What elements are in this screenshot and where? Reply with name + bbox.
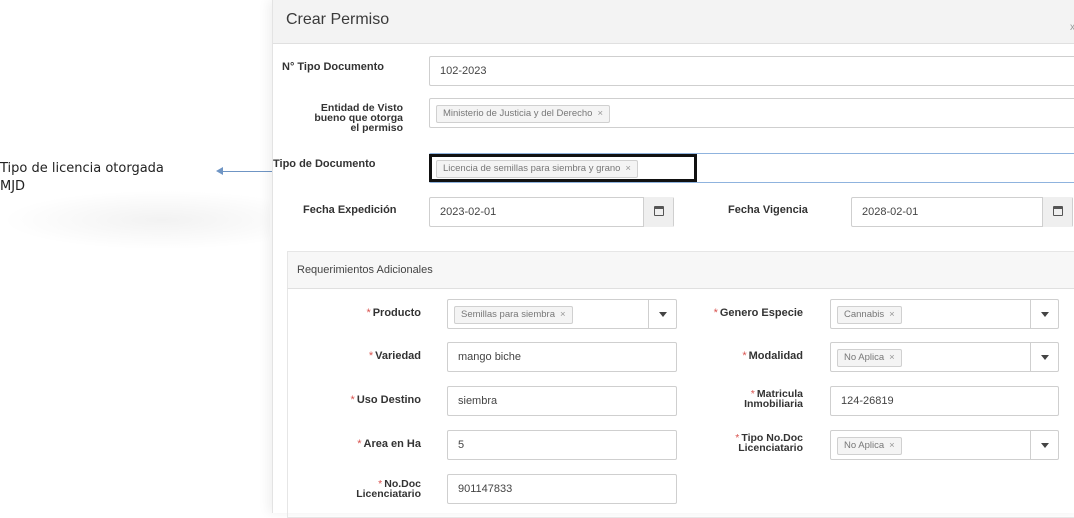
calendar-icon bbox=[1053, 206, 1063, 216]
modalidad-tag: No Aplica × bbox=[837, 349, 902, 367]
fecha-vigencia-calendar-button[interactable] bbox=[1042, 197, 1072, 227]
fecha-vigencia-label: Fecha Vigencia bbox=[728, 204, 808, 216]
genero-especie-select[interactable]: Cannabis × bbox=[830, 299, 1059, 329]
tipo-documento-num-label: N° Tipo Documento bbox=[282, 61, 384, 73]
genero-especie-label-text: Genero Especie bbox=[719, 307, 803, 319]
remove-tag-icon[interactable]: × bbox=[889, 440, 895, 451]
required-mark: * bbox=[357, 438, 362, 450]
chevron-down-icon[interactable] bbox=[1041, 355, 1049, 360]
tipo-documento-num-input[interactable]: 102-2023 bbox=[429, 56, 1074, 86]
matricula-input[interactable]: 124-26819 bbox=[830, 386, 1059, 416]
entidad-tag: Ministerio de Justicia y del Derecho × bbox=[436, 105, 610, 123]
tipo-documento-label: Tipo de Documento bbox=[273, 158, 376, 170]
producto-label-text: Producto bbox=[372, 307, 421, 319]
tipo-no-doc-tag-label: No Aplica bbox=[844, 440, 885, 451]
entidad-label: Entidad de Visto bueno que otorga el per… bbox=[293, 103, 403, 134]
fecha-expedicion-label: Fecha Expedición bbox=[303, 204, 397, 216]
close-icon[interactable]: x bbox=[1070, 22, 1074, 33]
no-doc-label-line-2: Licenciatario bbox=[356, 488, 421, 500]
remove-tag-icon[interactable]: × bbox=[597, 108, 603, 119]
fecha-vigencia-input[interactable]: 2028-02-01 bbox=[851, 197, 1073, 227]
fecha-expedicion-calendar-button[interactable] bbox=[643, 197, 673, 227]
variedad-label: * Variedad bbox=[313, 350, 421, 362]
entidad-tag-label: Ministerio de Justicia y del Derecho bbox=[443, 108, 593, 119]
required-mark: * bbox=[366, 307, 371, 319]
tipo-no-doc-label: * Tipo No.Doc Licenciatario bbox=[688, 433, 803, 454]
entidad-select[interactable]: Ministerio de Justicia y del Derecho × bbox=[429, 98, 1074, 128]
tipo-no-doc-select[interactable]: No Aplica × bbox=[830, 430, 1059, 460]
chevron-down-icon[interactable] bbox=[1041, 443, 1049, 448]
producto-label: * Producto bbox=[313, 307, 421, 319]
genero-especie-tag: Cannabis × bbox=[837, 306, 902, 324]
genero-especie-tag-label: Cannabis bbox=[844, 309, 885, 320]
uso-destino-label-text: Uso Destino bbox=[356, 394, 421, 406]
variedad-input[interactable]: mango biche bbox=[447, 342, 677, 372]
fecha-expedicion-input[interactable]: 2023-02-01 bbox=[429, 197, 674, 227]
matricula-label-line-2: Inmobiliaria bbox=[744, 398, 803, 410]
area-label-text: Area en Ha bbox=[363, 438, 421, 450]
entidad-label-line-3: el permiso bbox=[350, 122, 403, 134]
tipo-no-doc-label-line-2: Licenciatario bbox=[738, 442, 803, 454]
genero-especie-label: * Genero Especie bbox=[688, 307, 803, 319]
modalidad-label-text: Modalidad bbox=[748, 350, 803, 362]
no-doc-label: * No.Doc Licenciatario bbox=[313, 479, 421, 500]
producto-select[interactable]: Semillas para siembra × bbox=[447, 299, 677, 329]
producto-tag-label: Semillas para siembra bbox=[461, 309, 555, 320]
annotation-line-2: MJD bbox=[0, 179, 26, 194]
remove-tag-icon[interactable]: × bbox=[889, 309, 895, 320]
area-input[interactable]: 5 bbox=[447, 430, 677, 460]
modalidad-tag-label: No Aplica bbox=[844, 352, 885, 363]
calendar-icon bbox=[654, 206, 664, 216]
required-mark: * bbox=[713, 307, 718, 319]
tipo-no-doc-tag: No Aplica × bbox=[837, 437, 902, 455]
no-doc-input[interactable]: 901147833 bbox=[447, 474, 677, 504]
modalidad-select[interactable]: No Aplica × bbox=[830, 342, 1059, 372]
variedad-label-text: Variedad bbox=[375, 350, 421, 362]
uso-destino-input[interactable]: siembra bbox=[447, 386, 677, 416]
required-mark: * bbox=[350, 394, 355, 406]
required-mark: * bbox=[368, 350, 374, 362]
remove-tag-icon[interactable]: × bbox=[560, 309, 566, 320]
modal-header: Crear Permiso x bbox=[273, 0, 1074, 44]
chevron-down-icon[interactable] bbox=[659, 312, 667, 317]
annotation-line-1: Tipo de licencia otorgada bbox=[0, 161, 164, 176]
dropdown-divider bbox=[1030, 343, 1031, 371]
modalidad-label: * Modalidad bbox=[688, 350, 803, 362]
area-label: * Area en Ha bbox=[313, 438, 421, 450]
modal-title: Crear Permiso bbox=[286, 11, 390, 28]
crear-permiso-modal: Crear Permiso x N° Tipo Documento 102-20… bbox=[272, 0, 1074, 518]
dropdown-divider bbox=[1030, 300, 1031, 328]
annotation-shadow bbox=[0, 190, 270, 250]
dropdown-divider bbox=[1030, 431, 1031, 459]
requerimientos-section-header: Requerimientos Adicionales bbox=[287, 251, 1074, 288]
matricula-label: * Matricula Inmobiliaria bbox=[688, 389, 803, 410]
uso-destino-label: * Uso Destino bbox=[313, 394, 421, 406]
required-mark: * bbox=[742, 350, 747, 362]
fecha-expedicion-value: 2023-02-01 bbox=[440, 206, 497, 218]
chevron-down-icon[interactable] bbox=[1041, 312, 1049, 317]
dropdown-divider bbox=[648, 300, 649, 328]
annotation-highlight-box bbox=[429, 154, 697, 182]
remove-tag-icon[interactable]: × bbox=[889, 352, 895, 363]
annotation-text: Tipo de licencia otorgada MJD bbox=[0, 160, 215, 196]
producto-tag: Semillas para siembra × bbox=[454, 306, 573, 324]
fecha-vigencia-value: 2028-02-01 bbox=[862, 206, 919, 218]
requerimientos-title: Requerimientos Adicionales bbox=[297, 264, 433, 276]
